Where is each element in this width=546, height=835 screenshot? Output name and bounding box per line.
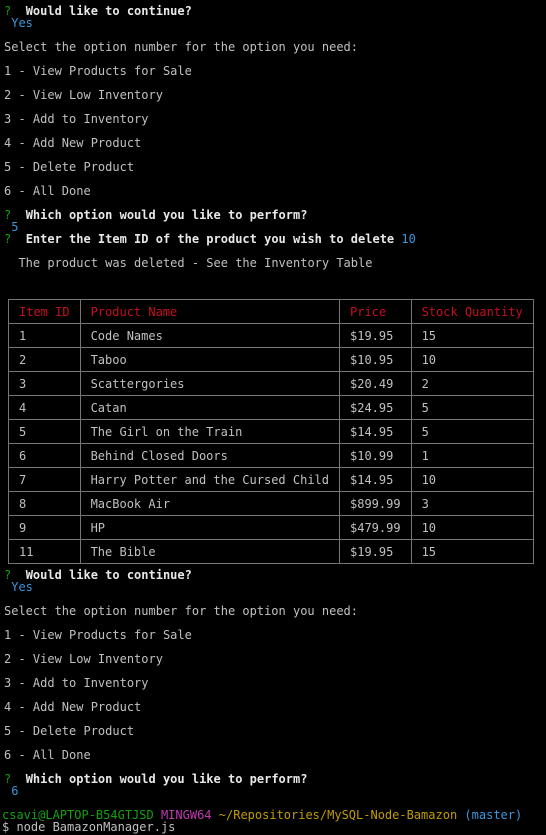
menu-option: 5 - Delete Product xyxy=(4,724,135,738)
column-header: Item ID xyxy=(8,299,81,324)
current-path: ~/Repositories/MySQL-Node-Bamazon xyxy=(218,808,458,822)
table-cell: $24.95 xyxy=(339,395,412,420)
table-cell: 5 xyxy=(410,419,534,444)
table-row: 4 Catan $24.95 5 xyxy=(8,395,534,420)
menu-option: 1 - View Products for Sale xyxy=(4,64,192,78)
terminal-window[interactable]: { "prompt_marker": "?", "block1": { "con… xyxy=(0,0,546,834)
table-cell: The Bible xyxy=(79,539,341,564)
menu-option: 3 - Add to Inventory xyxy=(4,676,149,690)
table-cell: Behind Closed Doors xyxy=(79,443,341,468)
table-cell: Catan xyxy=(79,395,341,420)
prompt-perform: ? Which option would you like to perform… xyxy=(4,772,308,786)
column-header: Price xyxy=(339,299,412,324)
menu-option: 2 - View Low Inventory xyxy=(4,652,163,666)
table-cell: The Girl on the Train xyxy=(79,419,341,444)
table-row: 9 HP $479.99 10 xyxy=(8,515,534,540)
table-cell: $479.99 xyxy=(339,515,412,540)
table-cell: 10 xyxy=(410,515,534,540)
continue-answer: Yes xyxy=(11,580,33,594)
menu-option: 4 - Add New Product xyxy=(4,700,142,714)
continue-question: Would like to continue? xyxy=(25,4,192,18)
menu-option: 1 - View Products for Sale xyxy=(4,628,192,642)
menu-option: 4 - Add New Product xyxy=(4,136,142,150)
table-row: 3 Scattergories $20.49 2 xyxy=(8,371,534,396)
table-cell: 10 xyxy=(410,467,534,492)
table-cell: $14.95 xyxy=(339,467,412,492)
table-cell: MacBook Air xyxy=(79,491,341,516)
continue-answer: Yes xyxy=(11,16,33,30)
table-cell: Harry Potter and the Cursed Child xyxy=(79,467,341,492)
table-cell: 11 xyxy=(8,539,81,564)
select-instruction: Select the option number for the option … xyxy=(4,40,359,54)
table-cell: $10.99 xyxy=(339,443,412,468)
table-cell: 3 xyxy=(8,371,81,396)
continue-question: Would like to continue? xyxy=(25,568,192,582)
table-row: 7 Harry Potter and the Cursed Child $14.95… xyxy=(8,467,534,492)
table-cell: 3 xyxy=(410,491,534,516)
table-cell: 9 xyxy=(8,515,81,540)
select-instruction: Select the option number for the option … xyxy=(4,604,359,618)
table-header-row: Item ID Product Name Price Stock Quantit… xyxy=(8,299,534,324)
prompt-perform: ? Which option would you like to perform… xyxy=(4,208,308,222)
table-row: 5 The Girl on the Train $14.95 5 xyxy=(8,419,534,444)
prompt-delete: ? Enter the Item ID of the product you w… xyxy=(4,232,416,246)
table-cell: 15 xyxy=(410,539,534,564)
perform-question: Which option would you like to perform? xyxy=(25,208,308,222)
table-cell: 2 xyxy=(8,347,81,372)
table-cell: Taboo xyxy=(79,347,341,372)
table-row: 6 Behind Closed Doors $10.99 1 xyxy=(8,443,534,468)
menu-option: 3 - Add to Inventory xyxy=(4,112,149,126)
table-cell: 5 xyxy=(410,395,534,420)
menu-option: 5 - Delete Product xyxy=(4,160,135,174)
column-header: Product Name xyxy=(79,299,341,324)
delete-question: Enter the Item ID of the product you wis… xyxy=(25,232,395,246)
shell-command[interactable]: $ node BamazonManager.js xyxy=(2,819,175,835)
menu-option: 2 - View Low Inventory xyxy=(4,88,163,102)
table-cell: $20.49 xyxy=(339,371,412,396)
table-row: 11 The Bible $19.95 15 xyxy=(8,539,534,564)
table-cell: 6 xyxy=(8,443,81,468)
git-branch: (master) xyxy=(464,808,523,822)
table-cell: 15 xyxy=(410,323,534,348)
table-cell: HP xyxy=(79,515,341,540)
table-cell: 1 xyxy=(410,443,534,468)
table-cell: 10 xyxy=(410,347,534,372)
menu-option: 6 - All Done xyxy=(4,184,91,198)
perform-answer: 6 xyxy=(11,784,19,798)
table-cell: Code Names xyxy=(79,323,341,348)
table-cell: 5 xyxy=(8,419,81,444)
table-cell: $899.99 xyxy=(339,491,412,516)
table-cell: 1 xyxy=(8,323,81,348)
table-cell: $19.95 xyxy=(339,323,412,348)
perform-question: Which option would you like to perform? xyxy=(25,772,308,786)
delete-answer: 10 xyxy=(401,232,416,246)
table-cell: $10.95 xyxy=(339,347,412,372)
table-cell: Scattergories xyxy=(79,371,341,396)
table-row: 2 Taboo $10.95 10 xyxy=(8,347,534,372)
table-cell: $19.95 xyxy=(339,539,412,564)
table-cell: 4 xyxy=(8,395,81,420)
table-cell: 2 xyxy=(410,371,534,396)
deleted-message: The product was deleted - See the Invent… xyxy=(18,256,373,270)
table-cell: 7 xyxy=(8,467,81,492)
menu-option: 6 - All Done xyxy=(4,748,91,762)
table-row: 1 Code Names $19.95 15 xyxy=(8,323,534,348)
table-cell: $14.95 xyxy=(339,419,412,444)
column-header: Stock Quantity xyxy=(410,299,534,324)
table-cell: 8 xyxy=(8,491,81,516)
inventory-table: Item ID Product Name Price Stock Quantit… xyxy=(8,299,534,564)
table-row: 8 MacBook Air $899.99 3 xyxy=(8,491,534,516)
